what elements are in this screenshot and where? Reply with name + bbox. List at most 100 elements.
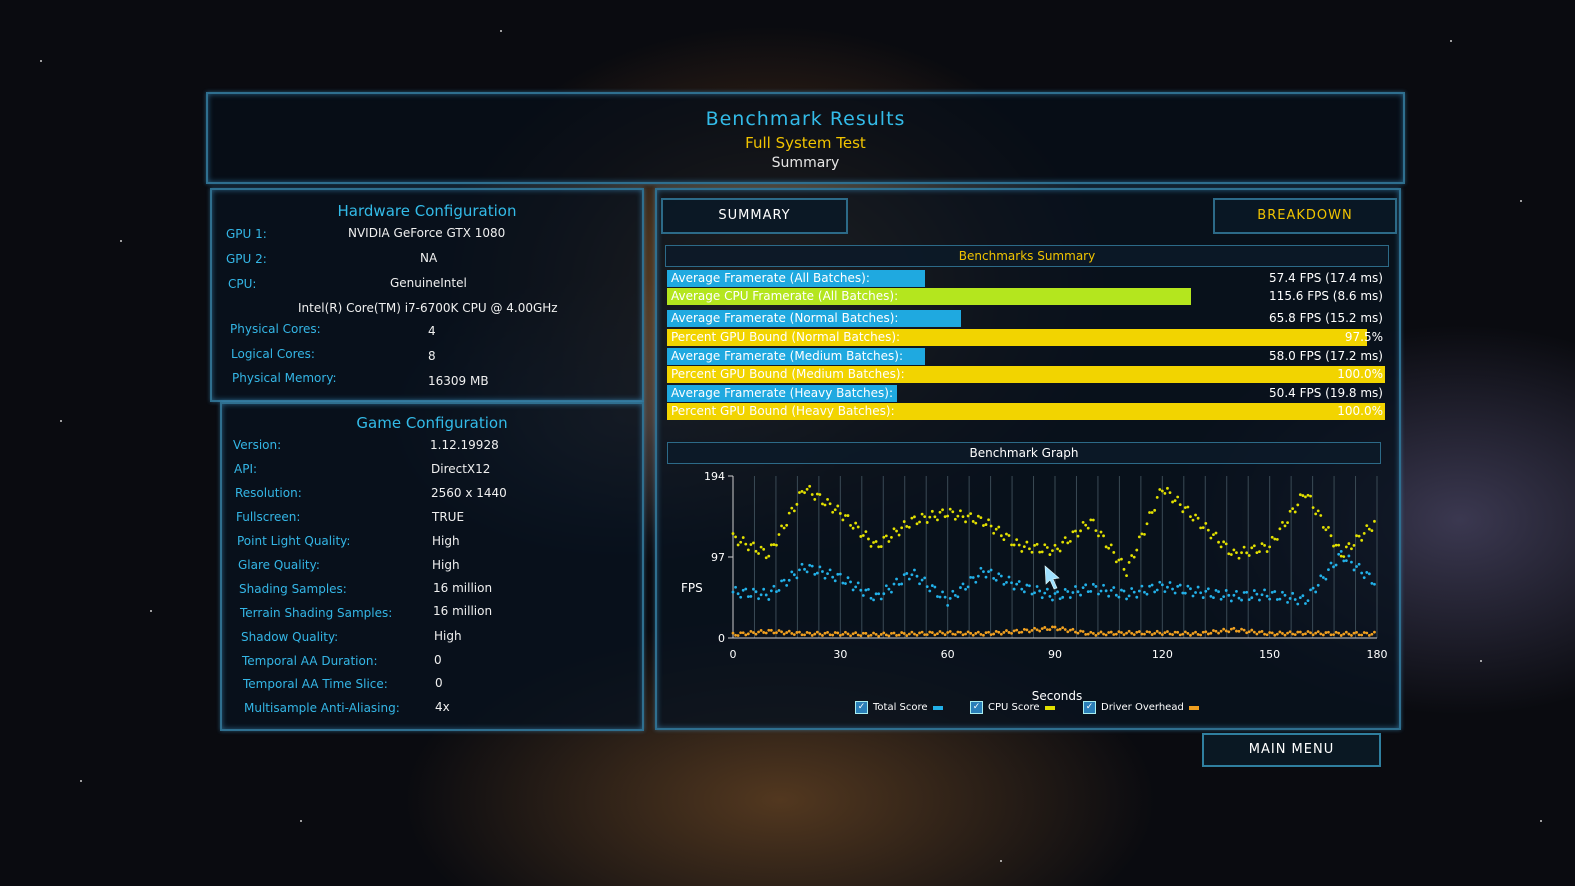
data-point [808, 631, 812, 635]
data-point [795, 502, 799, 506]
summary-value: 100.0% [1337, 404, 1383, 418]
data-point [1107, 546, 1111, 550]
data-point [805, 630, 809, 634]
data-point [966, 585, 970, 589]
data-point [869, 544, 873, 548]
data-point [1104, 633, 1108, 637]
data-point [895, 634, 898, 637]
data-point [997, 630, 1001, 634]
checkbox-icon[interactable]: ✓ [855, 701, 868, 714]
data-point [767, 554, 771, 558]
legend-total-score[interactable]: ✓ Total Score [855, 701, 943, 714]
data-point [1306, 493, 1310, 497]
data-point [741, 588, 745, 592]
data-point [798, 491, 801, 494]
data-point [792, 633, 796, 637]
data-point [915, 574, 919, 578]
data-point [867, 587, 870, 591]
data-point [1089, 589, 1093, 593]
data-point [1194, 591, 1197, 594]
main-menu-button[interactable]: MAIN MENU [1202, 733, 1381, 767]
data-point [1112, 551, 1116, 554]
data-point [1191, 594, 1195, 598]
data-point [1270, 590, 1274, 594]
summary-row: Average Framerate (Normal Batches): 65.8 … [667, 310, 1385, 327]
data-point [951, 632, 955, 636]
data-point [1258, 630, 1261, 634]
data-point [1099, 589, 1103, 593]
data-point [1347, 632, 1351, 636]
data-point [1245, 590, 1249, 594]
data-point [1107, 594, 1111, 598]
data-point [900, 582, 904, 586]
data-point [1007, 575, 1011, 579]
data-point [1132, 555, 1136, 559]
data-point [1035, 542, 1039, 546]
data-point [910, 573, 914, 577]
data-point [966, 514, 970, 518]
data-point [956, 514, 960, 518]
data-point [1153, 590, 1157, 594]
data-point [1148, 630, 1151, 634]
tab-summary[interactable]: SUMMARY [661, 198, 848, 234]
checkbox-icon[interactable]: ✓ [1083, 701, 1096, 714]
data-point [1304, 602, 1307, 605]
data-point [854, 585, 858, 589]
data-point [1045, 587, 1049, 591]
data-point [961, 633, 965, 637]
data-point [1137, 535, 1141, 539]
data-point [818, 632, 822, 636]
tab-breakdown[interactable]: BREAKDOWN [1213, 198, 1397, 234]
game-value: 0 [435, 676, 443, 690]
data-point [1181, 510, 1185, 514]
data-point [1081, 630, 1085, 633]
data-point [780, 524, 783, 528]
data-point [1255, 592, 1259, 596]
data-point [856, 633, 860, 637]
legend-cpu-score[interactable]: ✓ CPU Score [970, 701, 1055, 714]
data-point [1316, 509, 1320, 513]
data-point [1260, 593, 1264, 597]
data-point [976, 630, 980, 634]
data-point [1053, 625, 1057, 629]
data-point [1309, 588, 1312, 592]
legend-driver-overhead[interactable]: ✓ Driver Overhead [1083, 701, 1199, 714]
summary-value: 115.6 FPS (8.6 ms) [1269, 289, 1383, 303]
data-point [1145, 522, 1149, 526]
data-point [777, 533, 781, 536]
data-point [1227, 552, 1231, 556]
data-point [764, 593, 768, 597]
summary-value: 97.5% [1344, 330, 1383, 344]
data-point [821, 502, 824, 506]
data-point [1178, 583, 1182, 587]
data-point [1347, 554, 1351, 558]
data-point [1171, 633, 1174, 636]
data-point [772, 584, 776, 588]
checkbox-icon[interactable]: ✓ [970, 701, 983, 714]
data-point [1051, 625, 1054, 629]
data-point [1245, 631, 1249, 635]
data-point [979, 516, 983, 520]
data-point [854, 631, 858, 635]
data-point [938, 630, 942, 633]
data-point [844, 514, 847, 517]
hardware-config-panel: Hardware Configuration GPU 1: NVIDIA GeF… [210, 188, 644, 402]
data-point [1140, 584, 1144, 588]
data-point [1194, 630, 1197, 634]
data-point [928, 630, 932, 634]
data-point [1355, 534, 1358, 538]
data-point [913, 515, 916, 519]
data-point [1275, 537, 1279, 541]
data-point [752, 587, 755, 591]
data-point [1035, 628, 1039, 632]
game-value: 16 million [433, 604, 493, 618]
data-point [1260, 542, 1264, 546]
data-point [1002, 631, 1006, 634]
data-point [1176, 495, 1180, 499]
data-point [872, 541, 875, 544]
data-point [900, 631, 904, 634]
data-point [790, 506, 794, 510]
data-point [989, 568, 993, 572]
data-point [1212, 629, 1215, 632]
data-point [1360, 571, 1364, 575]
